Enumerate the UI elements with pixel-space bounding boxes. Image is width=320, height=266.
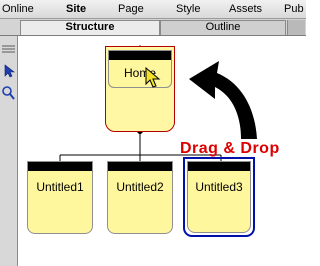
view-tabs: Structure Outline <box>0 19 306 36</box>
page-label: Untitled2 <box>116 180 164 194</box>
page-title-bar <box>188 162 250 171</box>
page-label: Untitled1 <box>36 180 84 194</box>
tab-overflow <box>287 20 305 35</box>
page-node-untitled2[interactable]: Untitled2 <box>107 161 173 234</box>
menu-bar: Online Site Page Style Assets Pub <box>0 0 306 19</box>
page-title-bar <box>109 51 171 60</box>
menu-style[interactable]: Style <box>176 3 200 16</box>
tab-outline[interactable]: Outline <box>160 20 286 35</box>
home-page-node[interactable]: Home <box>105 46 175 132</box>
page-node-untitled3[interactable]: Untitled3 <box>187 161 251 233</box>
zoom-tool-icon[interactable] <box>1 86 16 100</box>
menu-online[interactable]: Online <box>2 3 34 16</box>
structure-canvas[interactable]: Home Untitled1 Untitled2 Untitled3 Drag … <box>19 37 306 266</box>
page-node-untitled1[interactable]: Untitled1 <box>27 161 93 234</box>
tool-gutter <box>0 36 18 266</box>
drag-arrow-icon <box>189 61 257 139</box>
menu-publish[interactable]: Pub <box>284 3 304 16</box>
cursor-arrow-icon <box>145 67 161 88</box>
drag-handle-icon[interactable] <box>1 44 16 58</box>
menu-site[interactable]: Site <box>66 3 86 16</box>
arrow-tool-icon[interactable] <box>1 64 16 78</box>
tab-structure[interactable]: Structure <box>20 20 160 35</box>
menu-page[interactable]: Page <box>118 3 144 16</box>
menu-assets[interactable]: Assets <box>229 3 262 16</box>
page-label: Untitled3 <box>195 180 243 194</box>
drag-drop-annotation: Drag & Drop <box>180 140 280 157</box>
page-title-bar <box>28 162 92 171</box>
page-title-bar <box>108 162 172 171</box>
